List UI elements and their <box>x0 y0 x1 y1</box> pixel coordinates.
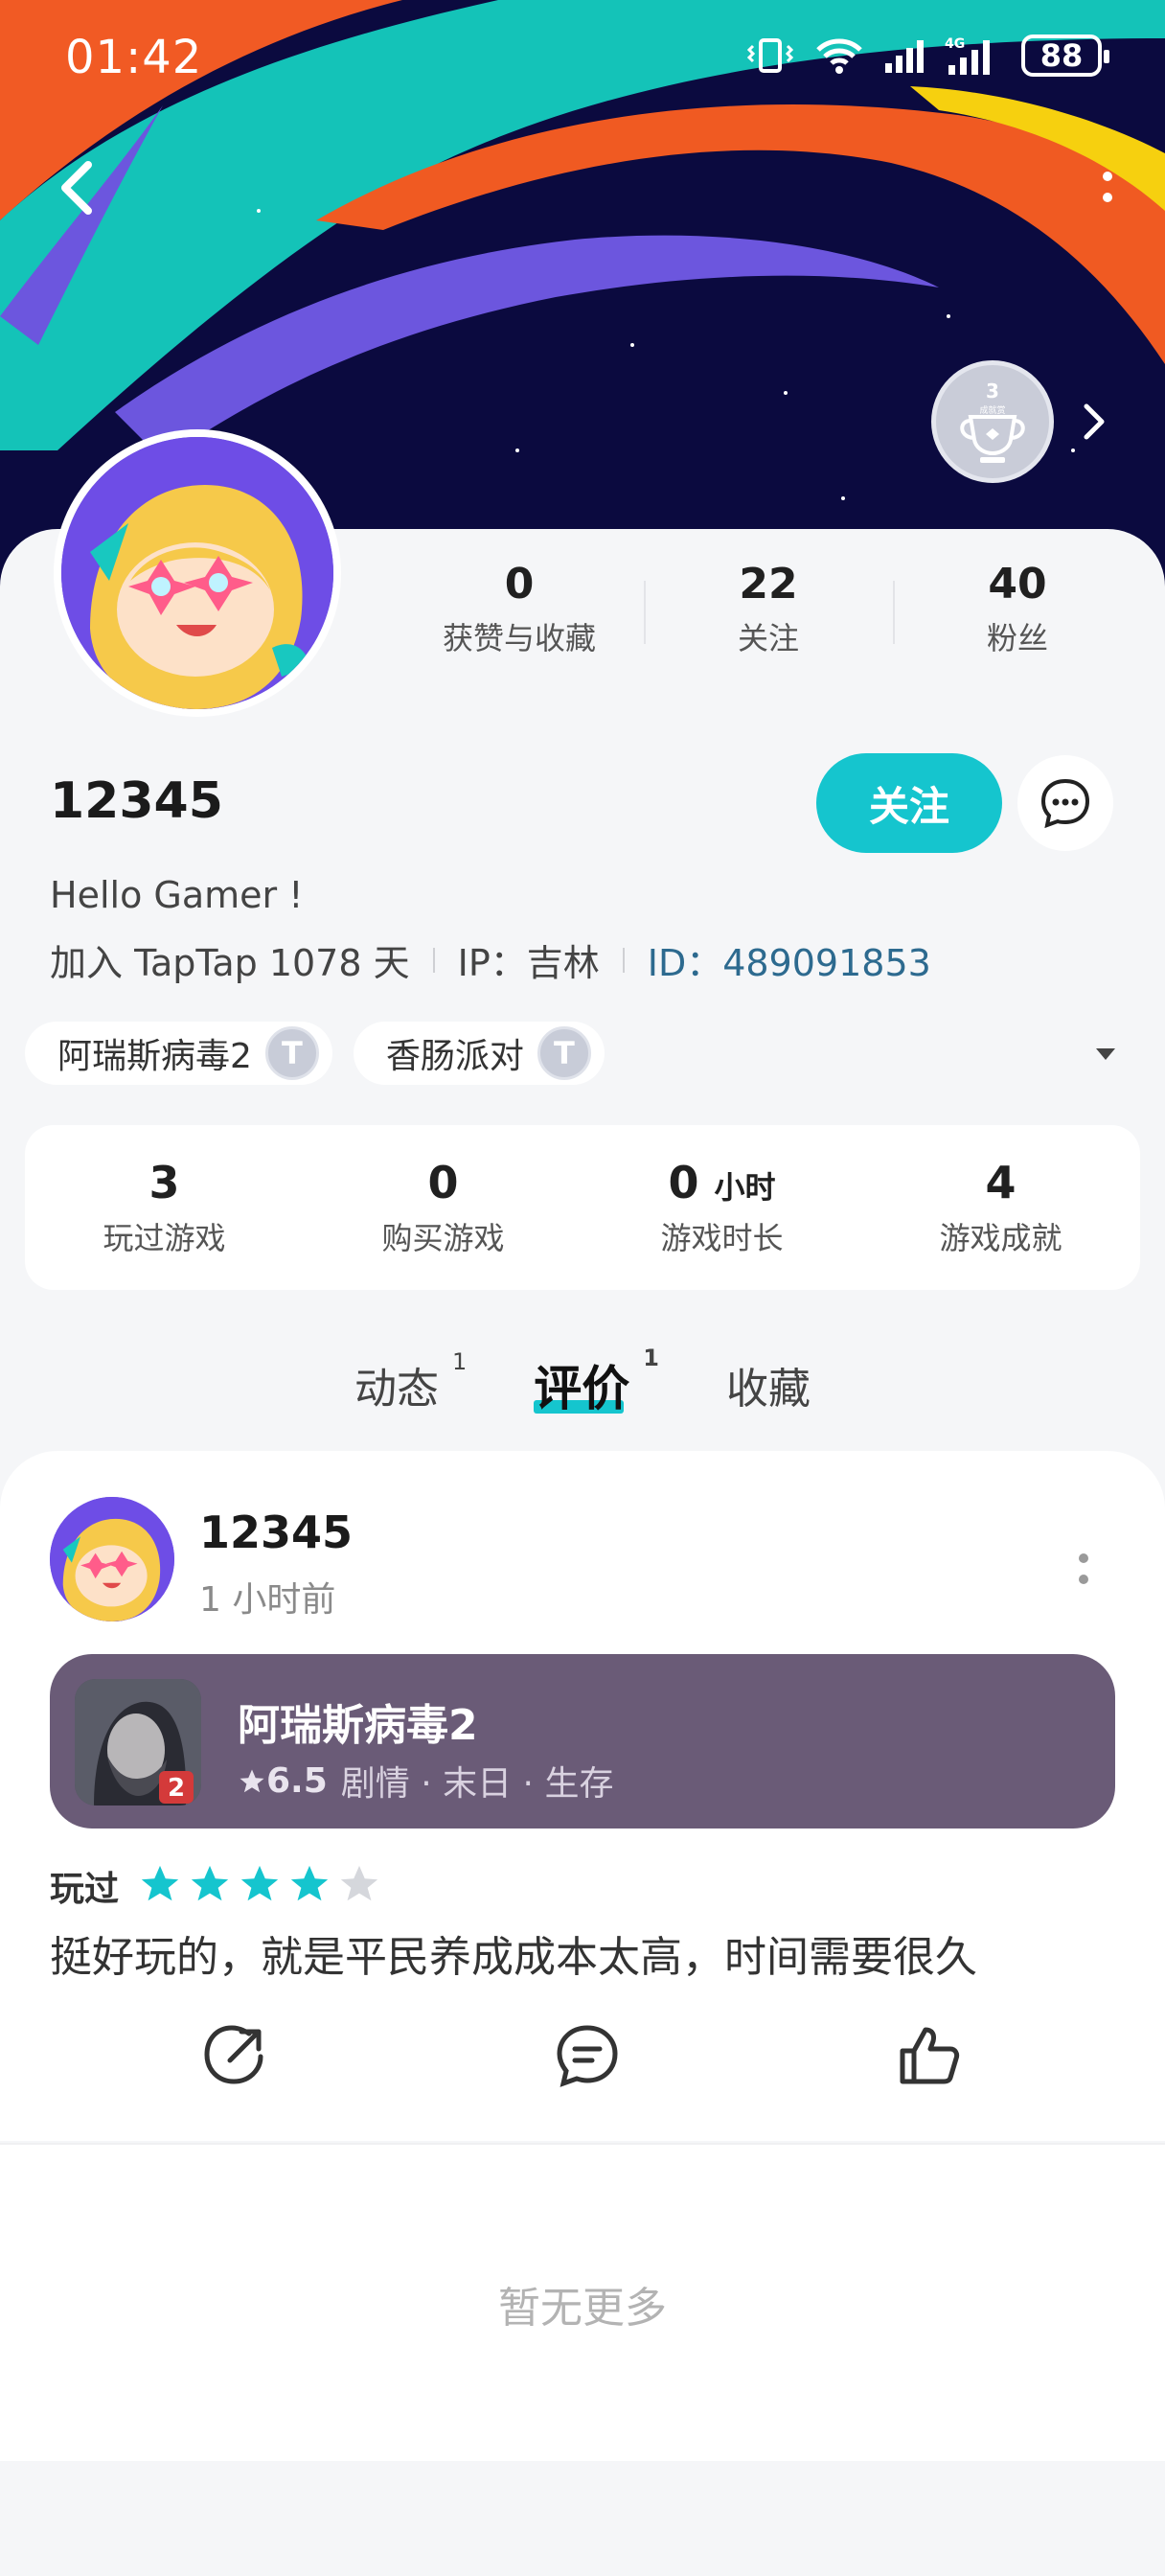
avatar-illustration <box>61 437 333 709</box>
game-cover-art: 2 <box>75 1679 201 1806</box>
star-filled-icon <box>290 1865 329 1901</box>
achievement-label: 成就赏 <box>979 404 1005 416</box>
vibrate-icon <box>746 38 794 73</box>
stat-achievements[interactable]: 4 游戏成就 <box>861 1157 1140 1258</box>
game-score: 6.5 <box>238 1761 328 1801</box>
star-icon <box>240 1769 264 1792</box>
game-tag-label: 香肠派对 <box>385 1037 524 1076</box>
stat-likes[interactable]: 0 获赞与收藏 <box>395 560 644 665</box>
star-filled-icon <box>191 1865 229 1901</box>
stat-games-bought[interactable]: 0 购买游戏 <box>304 1157 582 1258</box>
divider <box>622 947 625 973</box>
profile-username: 12345 <box>50 772 223 830</box>
rating-stars <box>138 1862 387 1910</box>
game-tag-label: 阿瑞斯病毒2 <box>57 1037 252 1076</box>
star-filled-icon <box>141 1865 179 1901</box>
stat-value: 0 <box>427 1157 459 1208</box>
stat-label: 游戏时长 <box>660 1220 784 1256</box>
stat-value: 4 <box>985 1157 1017 1208</box>
stat-label: 玩过游戏 <box>103 1220 226 1256</box>
star-filled-icon <box>240 1865 279 1901</box>
stat-following[interactable]: 22 关注 <box>644 560 893 665</box>
stat-label: 获赞与收藏 <box>442 620 596 656</box>
avatar[interactable] <box>50 1497 174 1622</box>
comment-icon[interactable] <box>554 2022 621 2089</box>
profile-stats: 0 获赞与收藏 22 关注 40 粉丝 <box>395 560 1142 665</box>
tab-reviews[interactable]: 评价 1 <box>534 1345 659 1419</box>
stat-value: 0 <box>504 560 535 609</box>
stat-value: 0 小时 <box>668 1157 776 1208</box>
stat-label: 粉丝 <box>986 620 1048 656</box>
game-icon-badge: 2 <box>168 1774 185 1803</box>
4g-signal-icon: 4G <box>945 36 990 75</box>
review-time: 1 小时前 <box>199 1580 336 1620</box>
more-vertical-icon[interactable] <box>1073 1547 1094 1600</box>
stat-label: 游戏成就 <box>939 1220 1062 1256</box>
taptap-badge-icon: T <box>537 1026 591 1080</box>
status-icons: 4G 88 <box>745 34 1109 77</box>
wifi-icon <box>816 38 862 74</box>
achievement-count: 3 <box>986 380 999 402</box>
stat-play-time[interactable]: 0 小时 游戏时长 <box>582 1157 861 1258</box>
rating-row: 玩过 <box>50 1861 387 1911</box>
stat-followers[interactable]: 40 粉丝 <box>893 560 1142 665</box>
svg-text:4G: 4G <box>945 36 965 52</box>
more-vertical-icon[interactable] <box>1088 163 1127 220</box>
game-genres: 剧情 · 末日 · 生存 <box>340 1764 614 1804</box>
signal-icon <box>885 40 924 73</box>
stat-games-played[interactable]: 3 玩过游戏 <box>25 1157 304 1258</box>
caret-down-icon[interactable] <box>1092 1045 1119 1064</box>
share-icon[interactable] <box>201 2022 268 2089</box>
ip-location: IP：吉林 <box>457 942 600 984</box>
chevron-left-icon[interactable] <box>50 153 107 220</box>
profile-tabs: 动态 1 评价 1 收藏 <box>0 1342 1165 1428</box>
review-card: 12345 1 小时前 2 阿瑞斯病毒2 6.5 剧情 · 末日 · 生存 玩过… <box>0 1451 1165 2141</box>
game-stats-card: 3 玩过游戏 0 购买游戏 0 小时 游戏时长 4 游戏成就 <box>25 1125 1140 1290</box>
chat-bubble-icon <box>1040 778 1090 829</box>
status-bar: 01:42 4G 88 <box>0 0 1165 115</box>
divider <box>432 947 435 973</box>
game-icon: 2 <box>75 1679 201 1806</box>
no-more-text: 暂无更多 <box>498 2284 667 2333</box>
game-tags: 阿瑞斯病毒2 T 香肠派对 T <box>25 1022 605 1085</box>
user-id[interactable]: ID：489091853 <box>648 933 931 986</box>
stat-value: 40 <box>988 560 1047 609</box>
game-title: 阿瑞斯病毒2 <box>238 1701 478 1750</box>
tab-favorites[interactable]: 收藏 <box>726 1354 811 1415</box>
status-time: 01:42 <box>65 31 203 84</box>
game-tag[interactable]: 阿瑞斯病毒2 T <box>25 1022 332 1085</box>
chevron-right-icon[interactable] <box>1075 401 1113 443</box>
follow-button[interactable]: 关注 <box>816 753 1002 853</box>
review-actions <box>0 2022 1165 2103</box>
game-meta: 6.5 剧情 · 末日 · 生存 <box>238 1756 613 1806</box>
stat-value: 22 <box>739 560 798 609</box>
review-text: 挺好玩的，就是平民养成成本太高，时间需要很久 <box>50 1933 977 1982</box>
taptap-badge-icon: T <box>264 1026 319 1080</box>
star-empty-icon <box>340 1865 378 1901</box>
battery-indicator: 88 <box>1021 34 1109 77</box>
trophy-icon: 3 成就赏 <box>960 380 1025 463</box>
stat-label: 购买游戏 <box>381 1220 505 1256</box>
joined-days: 加入 TapTap 1078 天 <box>50 942 410 984</box>
played-label: 玩过 <box>50 1870 120 1909</box>
thumbs-up-icon[interactable] <box>895 2022 962 2089</box>
stat-value: 3 <box>148 1157 180 1208</box>
game-tag[interactable]: 香肠派对 T <box>353 1022 605 1085</box>
achievement-badge[interactable]: 3 成就赏 <box>931 360 1054 483</box>
reviewed-game-card[interactable]: 2 阿瑞斯病毒2 6.5 剧情 · 末日 · 生存 <box>50 1654 1115 1828</box>
tab-moments[interactable]: 动态 1 <box>354 1348 467 1415</box>
profile-bio: Hello Gamer ! <box>50 874 304 916</box>
profile-meta: 加入 TapTap 1078 天 IP：吉林 ID：489091853 <box>50 933 931 986</box>
review-author[interactable]: 12345 <box>199 1506 353 1558</box>
avatar-illustration <box>50 1497 174 1622</box>
stat-label: 关注 <box>737 620 799 656</box>
profile-avatar[interactable] <box>54 429 341 717</box>
message-button[interactable] <box>1017 755 1113 851</box>
